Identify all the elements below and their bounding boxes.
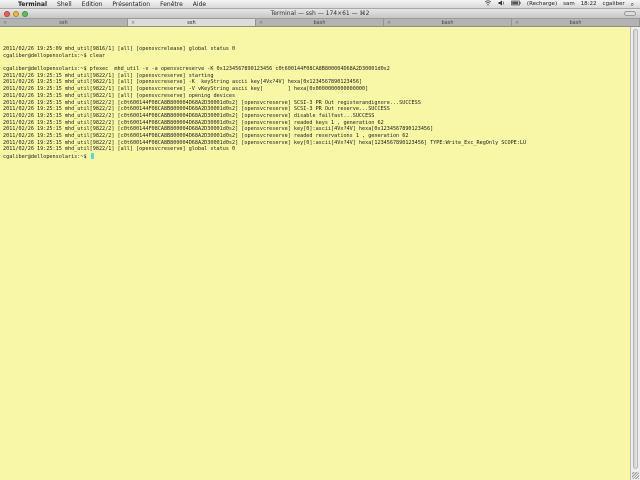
battery-status-text: (Recharge) [526, 0, 558, 7]
shell-prompt: cgaliber@dellopensolaris:~$ [3, 154, 90, 160]
menu-terminal[interactable]: Terminal [13, 0, 52, 9]
terminal-line: 2011/02/26 19:25:15 mhd_util[9822/2] [c0… [3, 139, 527, 146]
terminal-line: 2011/02/26 19:25:15 mhd_util[9822/2] [c0… [3, 126, 434, 133]
terminal-line: cgaliber@dellopensolaris:~$ pfexec mhd_u… [3, 66, 390, 73]
tab-close-icon[interactable]: × [3, 19, 7, 27]
zoom-window-button[interactable] [22, 10, 28, 17]
spotlight-search-icon[interactable]: ⌕ [628, 0, 637, 9]
terminal-line: 2011/02/26 19:25:15 mhd_util[9822/2] [c0… [3, 106, 390, 113]
tab-close-icon[interactable]: × [387, 19, 391, 27]
tab-bash-1[interactable]: × bash [256, 19, 384, 26]
battery-icon[interactable] [508, 0, 524, 9]
menu-view[interactable]: Présentation [107, 0, 155, 9]
tab-bash-3[interactable]: × bash [512, 19, 640, 26]
minimize-window-button[interactable] [13, 10, 19, 17]
tab-close-icon[interactable]: × [131, 19, 135, 27]
tab-bar: × ssh × ssh × bash × bash × bash [0, 19, 640, 27]
terminal-line: 2011/02/26 19:25:15 mhd_util[9822/2] [c0… [3, 99, 421, 106]
tab-bash-2[interactable]: × bash [384, 19, 512, 26]
tab-ssh-1[interactable]: × ssh [0, 19, 128, 26]
terminal-line: 2011/02/26 19:25:15 mhd_util[9822/1] [al… [3, 79, 363, 86]
tab-label: bash [441, 20, 454, 26]
scrollbar-thumb[interactable] [633, 29, 638, 469]
text-cursor [90, 153, 94, 159]
tab-label: bash [569, 20, 582, 26]
close-window-button[interactable] [4, 10, 10, 17]
window-controls [4, 10, 28, 17]
terminal-line: 2011/02/26 19:25:15 mhd_util[9822/1] [al… [3, 72, 214, 79]
wifi-icon[interactable] [481, 0, 495, 9]
menu-edit[interactable]: Edition [77, 0, 108, 9]
terminal-line: 2011/02/26 19:25:09 mhd_util[9816/1] [al… [3, 46, 236, 52]
terminal-line: cgaliber@dellopensolaris:~$ clear [3, 52, 106, 59]
terminal-line: 2011/02/26 19:25:15 mhd_util[9822/1] [al… [3, 146, 236, 153]
menu-shell[interactable]: Shell [52, 0, 77, 9]
menu-bar: Terminal Shell Edition Présentation Fenê… [0, 0, 640, 9]
window-title: Terminal — ssh — 174×61 — ⌘2 [270, 9, 370, 17]
terminal-line: 2011/02/26 19:25:15 mhd_util[9822/2] [c0… [3, 112, 375, 119]
terminal-line: 2011/02/26 19:25:15 mhd_util[9822/1] [al… [3, 92, 236, 99]
terminal-line: 2011/02/26 19:25:15 mhd_util[9822/2] [c0… [3, 132, 409, 139]
terminal-output[interactable]: 2011/02/26 19:25:09 mhd_util[9816/1] [al… [0, 27, 630, 480]
tab-close-icon[interactable]: × [259, 19, 263, 27]
volume-icon[interactable] [495, 0, 508, 9]
vertical-scrollbar[interactable] [630, 27, 640, 480]
clock[interactable]: 18:22 [578, 0, 600, 9]
tab-close-icon[interactable]: × [515, 19, 519, 27]
menu-window[interactable]: Fenêtre [155, 0, 188, 9]
tab-label: ssh [59, 20, 68, 26]
username-menu[interactable]: cgaliber [600, 0, 628, 9]
terminal-line: 2011/02/26 19:25:15 mhd_util[9822/1] [al… [3, 86, 369, 93]
tab-label: bash [313, 20, 326, 26]
status-area: (Recharge) sam 18:22 cgaliber ⌕ [481, 0, 640, 9]
tab-label: ssh [187, 20, 196, 26]
fast-user-switch[interactable]: sam [560, 0, 578, 9]
window-title-bar[interactable]: Terminal — ssh — 174×61 — ⌘2 [0, 9, 640, 19]
resize-grip-icon[interactable] [632, 472, 639, 479]
tab-ssh-2[interactable]: × ssh [128, 19, 256, 26]
menu-help[interactable]: Aide [188, 0, 211, 9]
terminal-line: 2011/02/26 19:25:15 mhd_util[9822/2] [c0… [3, 119, 384, 126]
toolbar-toggle-button[interactable] [624, 11, 636, 16]
prompt-line[interactable]: cgaliber@dellopensolaris:~$ [3, 153, 630, 160]
